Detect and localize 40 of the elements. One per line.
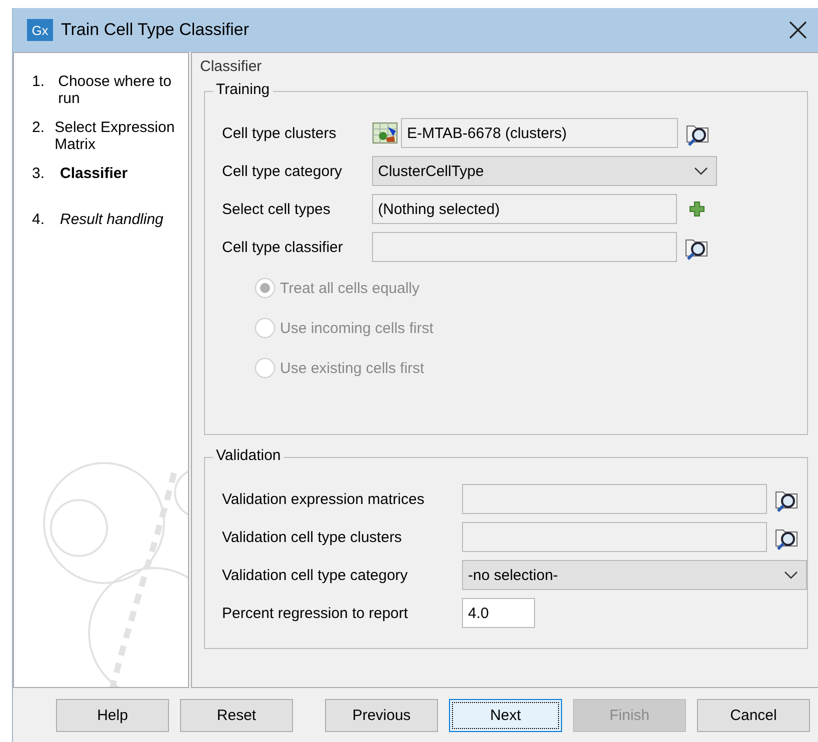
field-label: Validation cell type clusters <box>222 528 403 546</box>
field-label: Cell type clusters <box>222 124 338 142</box>
field-label: Cell type classifier <box>222 238 344 256</box>
window-title: Train Cell Type Classifier <box>61 20 250 40</box>
step-label: Select Expression Matrix <box>54 119 176 155</box>
step-label: Classifier <box>60 165 128 184</box>
file-field[interactable]: E-MTAB-6678 (clusters) <box>401 118 678 148</box>
dialog-button[interactable]: Previous <box>325 698 438 732</box>
dialog-button[interactable]: Reset <box>180 698 293 732</box>
radio-label: Use incoming cells first <box>280 320 434 336</box>
field-label: Select cell types <box>222 200 332 218</box>
dropdown[interactable]: ClusterCellType <box>372 156 717 186</box>
step-label: Choose where to run <box>58 73 173 109</box>
group-title: Training <box>213 81 273 98</box>
field-label: Validation cell type category <box>222 566 409 584</box>
dialog-button[interactable]: Cancel <box>697 698 810 732</box>
field-label: Cell type category <box>222 162 344 180</box>
step-number: 2. <box>32 119 46 138</box>
chevron-down-icon <box>694 167 708 175</box>
step-number: 4. <box>32 211 46 230</box>
dialog-button[interactable]: Next <box>449 698 562 732</box>
step-number: 3. <box>32 165 46 184</box>
file-field[interactable] <box>462 484 767 514</box>
app-logo: Gx <box>27 19 53 41</box>
plus-icon[interactable] <box>689 201 705 217</box>
chevron-down-icon <box>784 571 798 579</box>
file-field[interactable] <box>372 232 677 262</box>
step-label: Result handling <box>60 211 164 230</box>
field-label: Percent regression to report <box>222 604 409 622</box>
dialog-button[interactable]: Help <box>56 698 169 732</box>
step-number: 1. <box>32 73 46 92</box>
cluster-icon <box>372 121 398 145</box>
radio-label: Use existing cells first <box>280 360 424 376</box>
field-label: Validation expression matrices <box>222 490 426 508</box>
dropdown[interactable]: -no selection- <box>462 560 807 590</box>
radio-label: Treat all cells equally <box>280 280 420 296</box>
selection-field[interactable]: (Nothing selected) <box>372 194 677 224</box>
page-title: Classifier <box>199 57 263 75</box>
file-field[interactable] <box>462 522 767 552</box>
number-field[interactable]: 4.0 <box>462 598 535 628</box>
